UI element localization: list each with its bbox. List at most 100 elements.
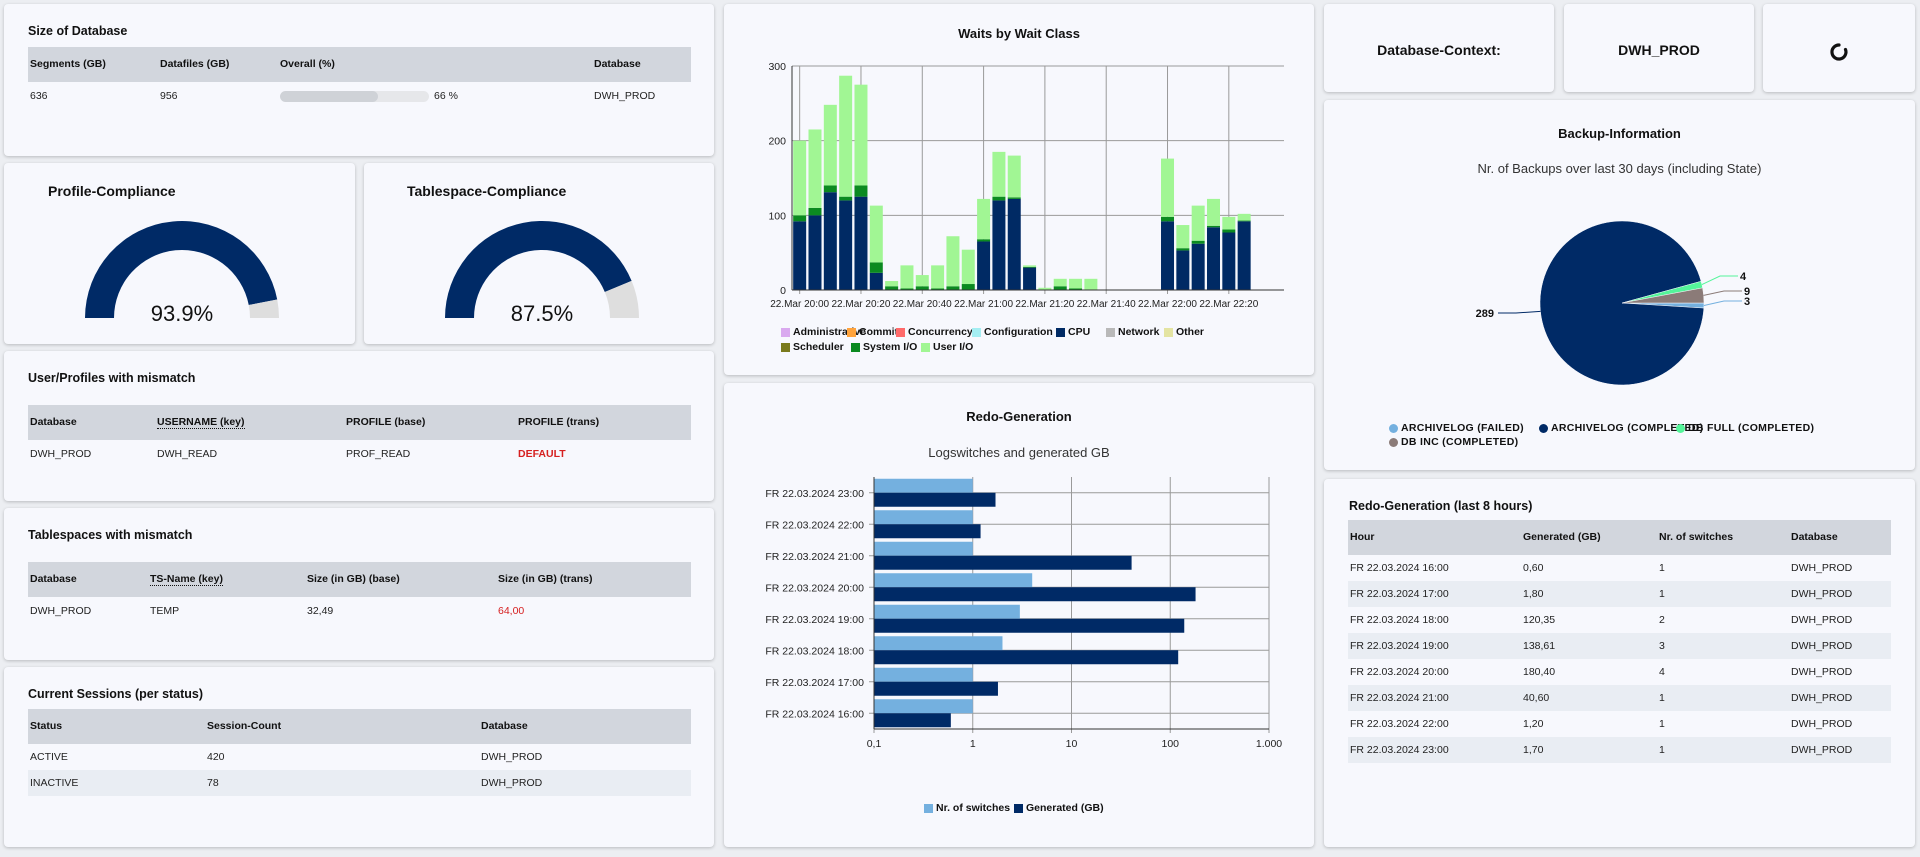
table-cell: DWH_PROD xyxy=(1791,562,1853,574)
backup-pie-chart: 328949 xyxy=(1476,220,1750,386)
y-tick-label: 200 xyxy=(768,136,786,148)
y-tick-label: FR 22.03.2024 17:00 xyxy=(765,677,864,689)
database-context-label: Database-Context: xyxy=(1377,42,1501,58)
legend-label: CPU xyxy=(1068,326,1091,338)
table-row: FR 22.03.2024 16:00 0,60 1 DWH_PROD xyxy=(1348,555,1891,581)
legend-swatch xyxy=(781,342,790,352)
legend-item[interactable]: Scheduler xyxy=(781,341,844,353)
bar-system-i-o xyxy=(854,185,868,197)
legend-swatch xyxy=(896,327,905,337)
bar-generated xyxy=(874,681,998,696)
panel-title: Current Sessions (per status) xyxy=(28,687,204,701)
bar-system-i-o xyxy=(869,262,883,273)
panel-title: User/Profiles with mismatch xyxy=(28,371,196,385)
legend-item[interactable]: User I/O xyxy=(921,341,973,353)
bar-system-i-o xyxy=(961,284,975,290)
table-header: Database TS-Name (key) Size (in GB) (bas… xyxy=(28,562,691,597)
legend-item[interactable]: System I/O xyxy=(851,341,917,353)
legend-item[interactable]: Commit xyxy=(847,326,898,338)
column-header[interactable]: Session-Count xyxy=(207,720,281,732)
bar-cpu xyxy=(1023,267,1037,290)
column-header[interactable]: PROFILE (trans) xyxy=(518,416,599,428)
legend-swatch xyxy=(921,342,930,352)
column-header[interactable]: Nr. of switches xyxy=(1659,531,1733,543)
legend-label: System I/O xyxy=(863,341,918,353)
database-context-value[interactable]: DWH_PROD xyxy=(1564,42,1754,58)
bar-system-i-o xyxy=(793,215,807,222)
refresh-icon[interactable] xyxy=(1829,42,1849,62)
data-label: 9 xyxy=(1744,286,1750,298)
column-header-key[interactable]: USERNAME (key) xyxy=(157,416,245,429)
status-cell: INACTIVE xyxy=(30,777,79,789)
bar-cpu xyxy=(854,196,868,290)
data-label-connector xyxy=(1703,300,1742,307)
column-header[interactable]: Database xyxy=(1791,531,1838,543)
column-header-key[interactable]: TS-Name (key) xyxy=(150,573,223,586)
legend-item[interactable]: Network xyxy=(1106,326,1159,338)
column-header[interactable]: Generated (GB) xyxy=(1523,531,1601,543)
bar-generated xyxy=(874,713,951,728)
table-cell: 120,35 xyxy=(1523,614,1556,626)
count-cell: 420 xyxy=(207,751,225,763)
legend-item[interactable]: Other xyxy=(1164,326,1204,338)
bar-system-i-o xyxy=(1237,220,1251,222)
table-cell: FR 22.03.2024 22:00 xyxy=(1350,718,1449,730)
overall-value: 66 % xyxy=(434,90,458,102)
bar-cpu xyxy=(1161,221,1175,290)
database-cell: DWH_PROD xyxy=(481,751,543,763)
table-cell: FR 22.03.2024 18:00 xyxy=(1350,614,1449,626)
column-header[interactable]: Overall (%) xyxy=(280,58,335,70)
legend-item[interactable]: ARCHIVELOG (FAILED) xyxy=(1389,422,1524,434)
x-tick-label: 22.Mar 21:20 xyxy=(1015,299,1074,310)
legend-item[interactable]: Concurrency xyxy=(896,326,973,338)
legend-label: Generated (GB) xyxy=(1026,802,1104,814)
x-tick-label: 0,1 xyxy=(867,738,882,750)
bar-user-i-o xyxy=(900,265,914,289)
column-header[interactable]: Datafiles (GB) xyxy=(160,58,229,70)
overall-progress-bar xyxy=(280,91,429,102)
bar-system-i-o xyxy=(1206,225,1220,228)
column-header[interactable]: Database xyxy=(30,573,77,585)
backup-information-panel: Backup-Information Nr. of Backups over l… xyxy=(1324,100,1915,470)
x-tick-label: 10 xyxy=(1066,738,1078,750)
column-header[interactable]: Size (in GB) (trans) xyxy=(498,573,593,585)
column-header[interactable]: Segments (GB) xyxy=(30,58,106,70)
column-header[interactable]: Size (in GB) (base) xyxy=(307,573,400,585)
x-tick-label: 22.Mar 21:40 xyxy=(1077,299,1136,310)
x-tick-label: 100 xyxy=(1161,738,1179,750)
waits-by-wait-class-chart: 010020030022.Mar 20:00 22.Mar 20:20 22.Mar… xyxy=(768,61,1284,310)
table-cell: DWH_PROD xyxy=(1791,666,1853,678)
legend-item[interactable]: Configuration xyxy=(972,326,1053,338)
legend-item[interactable]: DB FULL (COMPLETED) xyxy=(1676,422,1814,434)
size-of-database-panel: Size of Database Segments (GB) Datafiles… xyxy=(4,4,714,156)
x-tick-label: 22.Mar 20:40 xyxy=(893,299,952,310)
bar-user-i-o xyxy=(946,236,960,287)
refresh-button[interactable] xyxy=(1763,4,1915,92)
legend-swatch xyxy=(1164,327,1173,337)
database-context-selector[interactable]: DWH_PROD xyxy=(1564,4,1754,92)
bar-user-i-o xyxy=(1053,278,1067,287)
column-header[interactable]: Database xyxy=(481,720,528,732)
count-cell: 78 xyxy=(207,777,219,789)
y-tick-label: FR 22.03.2024 21:00 xyxy=(765,551,864,563)
table-row: FR 22.03.2024 23:00 1,70 1 DWH_PROD xyxy=(1348,737,1891,763)
column-header[interactable]: PROFILE (base) xyxy=(346,416,425,428)
bar-user-i-o xyxy=(1176,225,1190,249)
table-cell: 1,80 xyxy=(1523,588,1544,600)
table-cell: 4 xyxy=(1659,666,1665,678)
table-cell: 1 xyxy=(1659,588,1665,600)
bar-user-i-o xyxy=(885,281,899,287)
legend-item[interactable]: DB INC (COMPLETED) xyxy=(1389,436,1518,448)
column-header[interactable]: Status xyxy=(30,720,62,732)
column-header[interactable]: Database xyxy=(594,58,641,70)
table-cell: DWH_PROD xyxy=(1791,640,1853,652)
legend-item[interactable]: CPU xyxy=(1056,326,1090,338)
legend-item[interactable]: Nr. of switches xyxy=(924,802,1010,814)
bar-user-i-o xyxy=(931,265,945,289)
column-header[interactable]: Hour xyxy=(1350,531,1375,543)
column-header[interactable]: Database xyxy=(30,416,77,428)
bar-switches xyxy=(874,573,1033,588)
table-cell: DWH_PROD xyxy=(1791,692,1853,704)
legend-item[interactable]: Generated (GB) xyxy=(1014,802,1104,814)
size-trans-cell: 64,00 xyxy=(498,605,525,617)
